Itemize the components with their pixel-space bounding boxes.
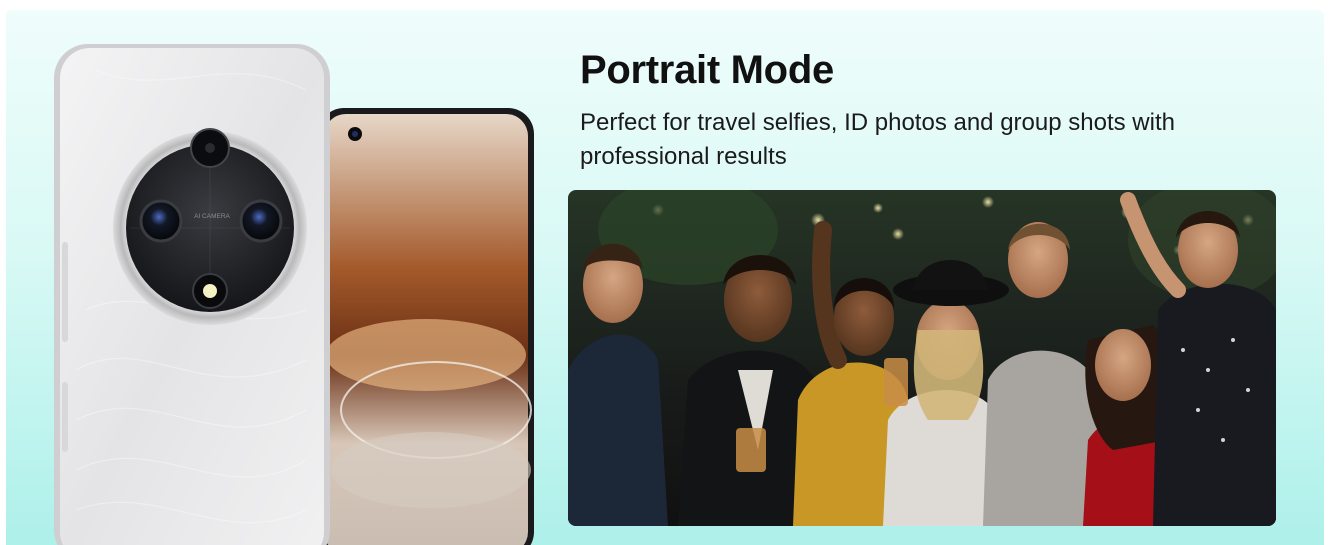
feature-description: Perfect for travel selfies, ID photos an… bbox=[580, 109, 1175, 170]
party-photo bbox=[568, 190, 1276, 526]
phone-product-image: AI CAMERA bbox=[6, 10, 566, 545]
feature-title: Portrait Mode bbox=[580, 48, 834, 92]
feature-card: AI CAMERA Portrait Mode Perfect for trav… bbox=[6, 10, 1324, 545]
front-camera-lens-icon bbox=[352, 131, 358, 137]
screen-wallpaper-ripple bbox=[326, 319, 526, 391]
camera-lens-right-icon bbox=[239, 199, 283, 243]
screen-wallpaper-ripple-2 bbox=[331, 432, 531, 508]
camera-lens-left-icon bbox=[139, 199, 183, 243]
flash-icon bbox=[203, 284, 217, 298]
volume-button bbox=[62, 242, 68, 342]
camera-ring-label: AI CAMERA bbox=[194, 213, 230, 220]
feature-text: Portrait Mode Perfect for travel selfies… bbox=[580, 46, 1280, 174]
party-photo-illustration bbox=[568, 190, 1276, 526]
power-button bbox=[62, 382, 68, 452]
phone-illustration: AI CAMERA bbox=[54, 44, 534, 545]
